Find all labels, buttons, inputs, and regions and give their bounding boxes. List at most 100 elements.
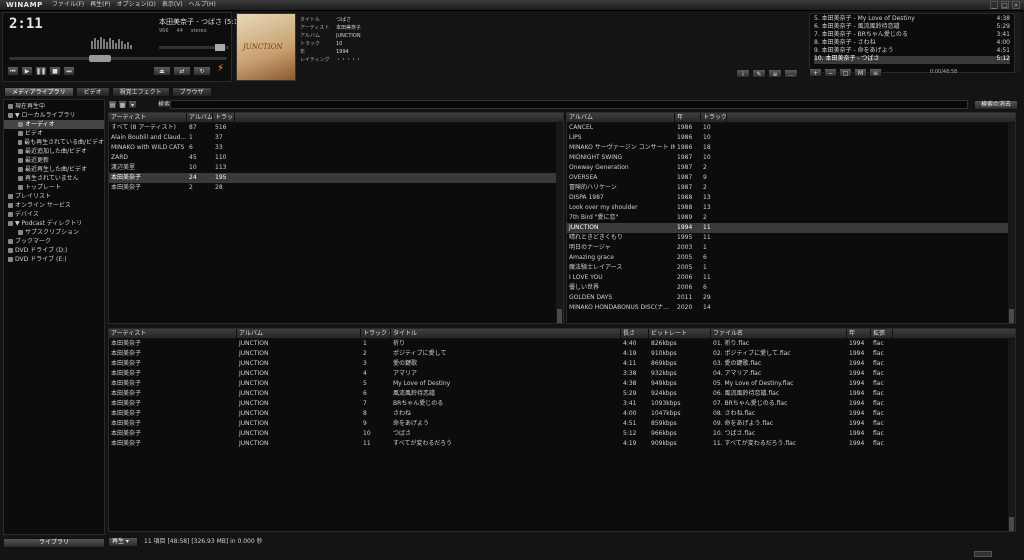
- tree-item[interactable]: 最近更新: [4, 156, 104, 165]
- playlist-scrollbar[interactable]: [1015, 13, 1021, 73]
- vertical-scrollbar[interactable]: [1008, 123, 1015, 323]
- tree-item[interactable]: ▼ ローカルライブラリ: [4, 111, 104, 120]
- prev-icon[interactable]: ⏮: [7, 66, 19, 76]
- playlist-item[interactable]: 10. 本田美奈子 - つばさ 5:12: [814, 56, 1010, 64]
- column-header[interactable]: 年: [847, 329, 871, 338]
- table-row[interactable]: GOLDEN DAYS 2011 29: [567, 293, 1015, 303]
- table-row[interactable]: 本田美奈子 JUNCTION 9 命をあげよう 4:51 859kbps 09. 命をあげよ…: [109, 419, 1015, 429]
- tree-item[interactable]: 最近追加した曲/ビデオ: [4, 147, 104, 156]
- table-row[interactable]: 明日のナージャ 2003 1: [567, 243, 1015, 253]
- column-header[interactable]: アルバム: [187, 113, 213, 122]
- table-row[interactable]: 晴れときどきくもり 1995 11: [567, 233, 1015, 243]
- column-header[interactable]: アルバム: [567, 113, 675, 122]
- tab-2[interactable]: 視覚エフェクト: [111, 87, 170, 97]
- tree-item[interactable]: サブスクリプション: [4, 228, 104, 237]
- column-header[interactable]: アルバム: [237, 329, 361, 338]
- tree-item[interactable]: トップレート: [4, 183, 104, 192]
- tree-item[interactable]: デバイス: [4, 210, 104, 219]
- table-row[interactable]: DISPA 1987 1988 13: [567, 193, 1015, 203]
- table-row[interactable]: MINAKO HONDABONUS DISC(ナ... 2020 14: [567, 303, 1015, 313]
- column-header[interactable]: トラック #: [361, 329, 391, 338]
- column-header[interactable]: 年: [675, 113, 701, 122]
- table-row[interactable]: LIPS 1986 10: [567, 133, 1015, 143]
- time-display[interactable]: 2:11: [9, 17, 43, 31]
- tree-item[interactable]: ブックマーク: [4, 237, 104, 246]
- stop-icon[interactable]: ■: [49, 66, 61, 76]
- pause-icon[interactable]: ❚❚: [35, 66, 47, 76]
- more-icon[interactable]: …: [784, 69, 798, 78]
- table-row[interactable]: 本田美奈子 JUNCTION 4 アマリア 3:38 932kbps 04. アマリア.fl…: [109, 369, 1015, 379]
- tree-item[interactable]: 再生されていません: [4, 174, 104, 183]
- table-row[interactable]: MINAKO with WILD CATS 6 33: [109, 143, 563, 153]
- vertical-scrollbar[interactable]: [1008, 339, 1015, 531]
- tree-item[interactable]: 現在再生中: [4, 102, 104, 111]
- tree-item[interactable]: ▼ Podcast ディレクトリ: [4, 219, 104, 228]
- table-row[interactable]: すべて (8 アーティスト) 87 516: [109, 123, 563, 133]
- minimize-icon[interactable]: _: [990, 1, 998, 9]
- shuffle-icon[interactable]: ⇄: [173, 66, 191, 76]
- table-row[interactable]: 本田美奈子 JUNCTION 6 風流風鈴待恋譜 5:29 924kbps 06. 風流風鈴…: [109, 389, 1015, 399]
- column-header[interactable]: トラック: [213, 113, 235, 122]
- add-icon[interactable]: +: [809, 68, 822, 77]
- table-row[interactable]: Oneway Generation 1987 2: [567, 163, 1015, 173]
- table-row[interactable]: 本田美奈子 JUNCTION 11 すべてが変わるだろう 4:19 909kbps 11. …: [109, 439, 1015, 449]
- album-art[interactable]: JUNCTION: [236, 13, 296, 81]
- play-icon[interactable]: ▶: [21, 66, 33, 76]
- table-row[interactable]: 本田美奈子 JUNCTION 3 愛の鍵歌 4:11 869kbps 03. 愛の鍵歌.fl…: [109, 359, 1015, 369]
- column-header[interactable]: アーティスト: [109, 113, 187, 122]
- table-row[interactable]: 冒険的ハリケーン 1987 2: [567, 183, 1015, 193]
- tab-3[interactable]: ブラウザ: [171, 87, 212, 97]
- clear-search-button[interactable]: 検索の消去: [974, 100, 1018, 110]
- eject-icon[interactable]: ⏏: [153, 66, 171, 76]
- tree-item[interactable]: 最近再生した曲/ビデオ: [4, 165, 104, 174]
- menu-icon[interactable]: ≡: [768, 69, 782, 78]
- visualizer[interactable]: [91, 35, 133, 49]
- info-icon[interactable]: i: [736, 69, 750, 78]
- table-row[interactable]: CANCEL 1986 10: [567, 123, 1015, 133]
- repeat-icon[interactable]: ↻: [193, 66, 211, 76]
- table-row[interactable]: 7th Bird "愛に恋" 1989 2: [567, 213, 1015, 223]
- view-list-icon[interactable]: ▤: [108, 100, 117, 109]
- table-row[interactable]: 魔法騎士レイアース 2005 1: [567, 263, 1015, 273]
- table-row[interactable]: Look over my shoulder 1988 13: [567, 203, 1015, 213]
- view-art-icon[interactable]: ▦: [118, 100, 127, 109]
- table-row[interactable]: MINAKO サーヴァージン コンサート IN ... 1986 18: [567, 143, 1015, 153]
- table-row[interactable]: I LOVE YOU 2006 11: [567, 273, 1015, 283]
- table-row[interactable]: 本田美奈子 2 28: [109, 183, 563, 193]
- table-row[interactable]: ZARD 45 110: [109, 153, 563, 163]
- volume-slider[interactable]: [159, 44, 229, 51]
- tree-item[interactable]: オーディオ: [4, 120, 104, 129]
- menu-item[interactable]: ヘルプ(H): [189, 2, 216, 8]
- close-icon[interactable]: ×: [1012, 1, 1020, 9]
- table-row[interactable]: 本田美奈子 JUNCTION 10 つばさ 5:12 966kbps 10. つばさ.fla…: [109, 429, 1015, 439]
- vertical-scrollbar[interactable]: [556, 123, 563, 323]
- column-header[interactable]: アーティスト: [109, 329, 237, 338]
- column-header[interactable]: トラック: [701, 113, 727, 122]
- table-row[interactable]: 本田美奈子 24 195: [109, 173, 563, 183]
- seek-bar[interactable]: [9, 55, 227, 62]
- list-icon[interactable]: ≡: [869, 68, 882, 77]
- resize-grip[interactable]: [974, 551, 992, 557]
- table-row[interactable]: JUNCTION 1994 11: [567, 223, 1015, 233]
- menu-item[interactable]: 表示(V): [162, 2, 183, 8]
- search-input[interactable]: [170, 100, 968, 109]
- menu-item[interactable]: 再生(P): [90, 2, 110, 8]
- view-options-icon[interactable]: ▾: [128, 100, 137, 109]
- edit-icon[interactable]: ✎: [752, 69, 766, 78]
- column-header[interactable]: ファイル名: [711, 329, 847, 338]
- maximize-icon[interactable]: □: [1001, 1, 1009, 9]
- table-row[interactable]: 本田美奈子 JUNCTION 8 さわね 4:00 1047kbps 08. さわね.fla…: [109, 409, 1015, 419]
- menu-item[interactable]: オプション(O): [116, 2, 155, 8]
- column-header[interactable]: 長さ: [621, 329, 649, 338]
- bolt-icon[interactable]: ⚡: [217, 64, 224, 74]
- tree-item[interactable]: プレイリスト: [4, 192, 104, 201]
- table-row[interactable]: OVERSEA 1987 9: [567, 173, 1015, 183]
- table-row[interactable]: 渡辺美里 10 113: [109, 163, 563, 173]
- table-row[interactable]: 優しい世界 2006 6: [567, 283, 1015, 293]
- misc-icon[interactable]: M: [854, 68, 867, 77]
- title-bar[interactable]: WINAMP ファイル(F) 再生(P) オプション(O) 表示(V) ヘルプ(H) _…: [0, 0, 1024, 11]
- tree-item[interactable]: ビデオ: [4, 129, 104, 138]
- library-button[interactable]: ライブラリ: [3, 538, 105, 548]
- tree-item[interactable]: 最も再生されている曲/ビデオ: [4, 138, 104, 147]
- table-row[interactable]: 本田美奈子 JUNCTION 1 祈り 4:40 826kbps 01. 祈り.flac 19…: [109, 339, 1015, 349]
